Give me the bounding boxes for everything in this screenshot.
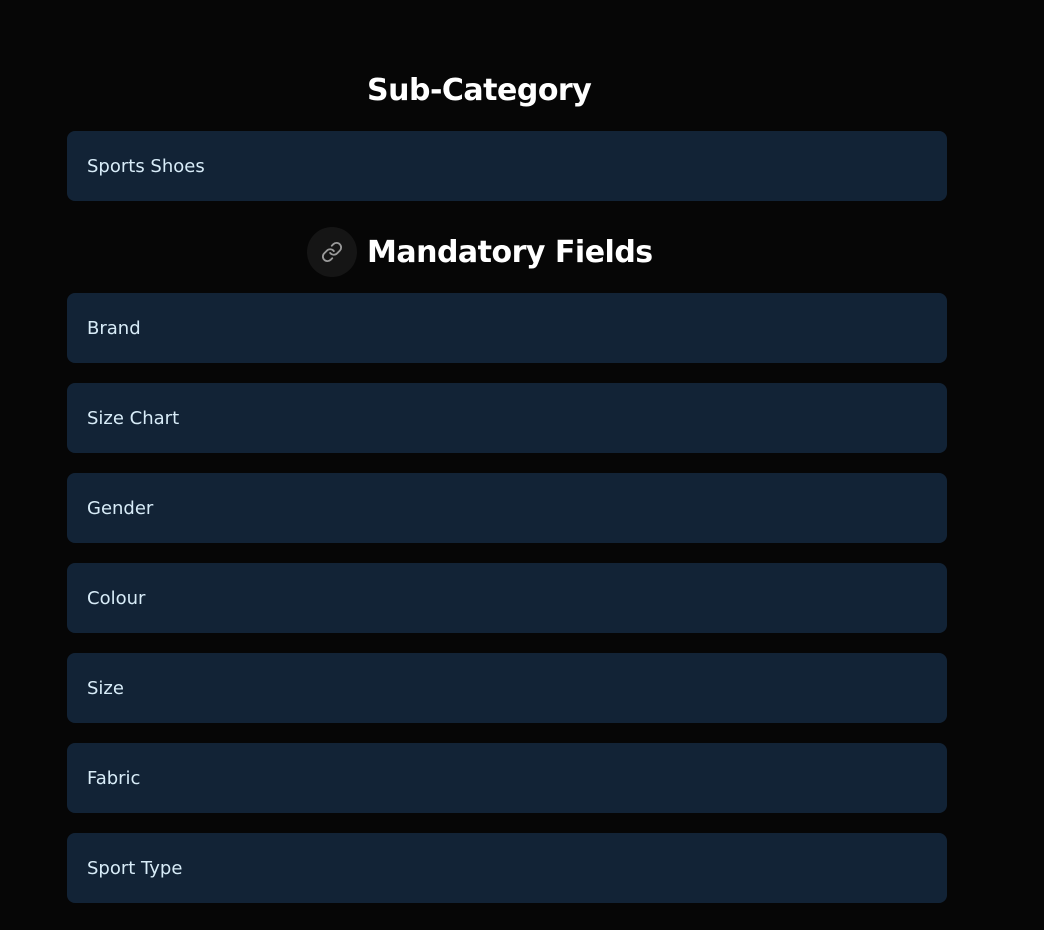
field-card-gender[interactable]: Gender: [67, 473, 947, 543]
field-card-fabric[interactable]: Fabric: [67, 743, 947, 813]
subcategory-heading-text: Sub-Category: [367, 72, 592, 108]
field-card-colour[interactable]: Colour: [67, 563, 947, 633]
mandatory-fields-heading-text: Mandatory Fields: [367, 234, 653, 270]
field-card-size-chart[interactable]: Size Chart: [67, 383, 947, 453]
field-label: Colour: [87, 587, 146, 609]
field-label: Brand: [87, 317, 141, 339]
field-label: Gender: [87, 497, 154, 519]
subcategory-heading: Sub-Category: [367, 68, 592, 112]
link-icon[interactable]: [307, 227, 357, 277]
field-card-sport-type[interactable]: Sport Type: [67, 833, 947, 903]
mandatory-fields-heading: Mandatory Fields: [307, 227, 653, 277]
field-label: Size Chart: [87, 407, 180, 429]
field-label: Size: [87, 677, 124, 699]
subcategory-value: Sports Shoes: [87, 155, 205, 177]
field-label: Fabric: [87, 767, 141, 789]
subcategory-value-card[interactable]: Sports Shoes: [67, 131, 947, 201]
field-card-size[interactable]: Size: [67, 653, 947, 723]
field-label: Sport Type: [87, 857, 183, 879]
field-card-brand[interactable]: Brand: [67, 293, 947, 363]
